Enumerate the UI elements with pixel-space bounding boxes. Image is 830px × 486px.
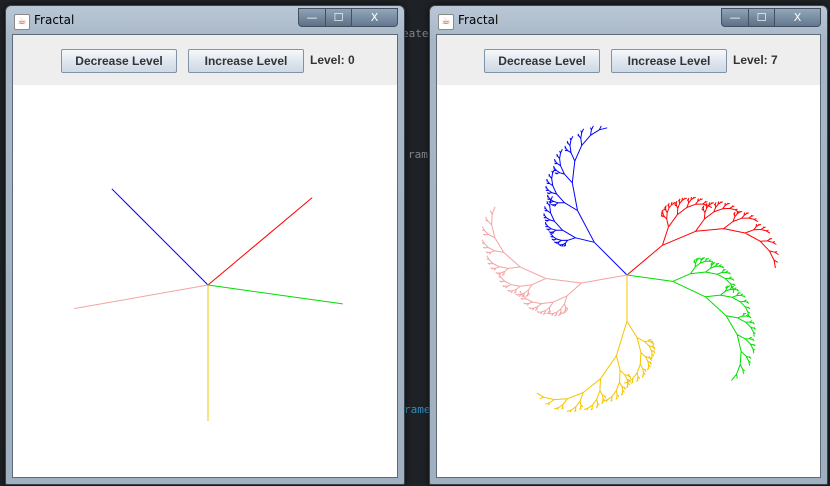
fractal-window-right: ☕ Fractal — ☐ X Decrease Level Increase … bbox=[429, 5, 828, 485]
level-label: Level: 7 bbox=[733, 53, 778, 67]
window-title: Fractal bbox=[34, 13, 75, 27]
fractal-branch-3 bbox=[626, 257, 757, 381]
window-content: Decrease Level Increase Level Level: 0 bbox=[12, 34, 398, 478]
java-app-icon: ☕ bbox=[438, 14, 454, 30]
minimize-button[interactable]: — bbox=[721, 8, 749, 27]
decrease-level-button[interactable]: Decrease Level bbox=[484, 49, 600, 73]
title-bar[interactable]: ☕ Fractal — ☐ X bbox=[430, 6, 827, 34]
window-controls: — ☐ X bbox=[298, 8, 398, 27]
fractal-branch-2 bbox=[207, 197, 313, 286]
window-title: Fractal bbox=[458, 13, 499, 27]
close-button[interactable]: X bbox=[775, 8, 821, 27]
increase-level-button[interactable]: Increase Level bbox=[188, 49, 304, 73]
fractal-canvas bbox=[481, 125, 779, 413]
control-panel: Decrease Level Increase Level Level: 0 bbox=[13, 35, 397, 85]
window-controls: — ☐ X bbox=[721, 8, 821, 27]
close-button[interactable]: X bbox=[352, 8, 398, 27]
fractal-canvas bbox=[74, 188, 343, 421]
fractal-window-left: ☕ Fractal — ☐ X Decrease Level Increase … bbox=[5, 5, 405, 485]
fractal-branch-5 bbox=[74, 284, 209, 310]
window-content: Decrease Level Increase Level Level: 7 bbox=[436, 34, 821, 478]
background-code-fragment-3: rame bbox=[404, 403, 431, 416]
fractal-branch-5 bbox=[481, 206, 628, 317]
background-code-fragment-2: ram bbox=[408, 148, 428, 161]
fractal-branch-1 bbox=[543, 125, 628, 276]
control-panel: Decrease Level Increase Level Level: 7 bbox=[437, 35, 820, 85]
fractal-branch-1 bbox=[111, 188, 209, 286]
minimize-button[interactable]: — bbox=[298, 8, 326, 27]
title-bar[interactable]: ☕ Fractal — ☐ X bbox=[6, 6, 404, 34]
maximize-button[interactable]: ☐ bbox=[326, 8, 352, 27]
fractal-branch-3 bbox=[207, 284, 343, 305]
decrease-level-button[interactable]: Decrease Level bbox=[61, 49, 177, 73]
java-app-icon: ☕ bbox=[14, 14, 30, 30]
increase-level-button[interactable]: Increase Level bbox=[611, 49, 727, 73]
maximize-button[interactable]: ☐ bbox=[749, 8, 775, 27]
level-label: Level: 0 bbox=[310, 53, 355, 67]
fractal-branch-2 bbox=[626, 196, 779, 276]
fractal-branch-4 bbox=[536, 275, 656, 413]
background-code-fragment-1: eate bbox=[402, 27, 429, 40]
